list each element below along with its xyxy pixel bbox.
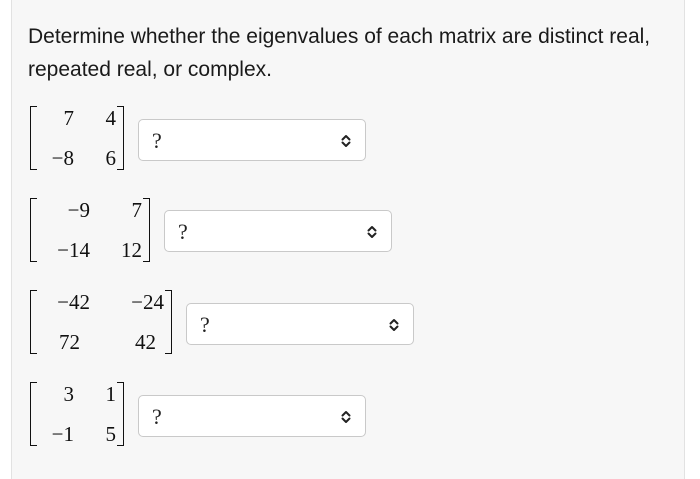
chevron-up-down-icon: [341, 411, 351, 423]
matrix-cell: 6: [105, 146, 117, 170]
question-prompt: Determine whether the eigenvalues of eac…: [28, 25, 651, 81]
matrix-cell: −8: [51, 146, 74, 170]
matrix-cell: −24: [131, 290, 164, 314]
matrix-cell: 72: [59, 330, 80, 354]
matrix-cell: −14: [57, 238, 90, 262]
dropdown-value: ?: [152, 128, 162, 153]
matrix-2: −9 7 −14 12: [30, 196, 150, 264]
matrix-cell: −42: [57, 290, 90, 314]
left-bracket: [30, 106, 37, 170]
matrix-cell: 42: [135, 330, 156, 354]
matrix-cell: −9: [67, 198, 90, 222]
matrix-cell: 5: [105, 422, 117, 446]
left-bracket: [30, 382, 37, 446]
eigenvalue-type-dropdown-2[interactable]: ?: [164, 210, 392, 252]
matrix-1: 7 4 −8 6: [30, 104, 124, 172]
eigenvalue-type-dropdown-4[interactable]: ?: [138, 395, 366, 437]
matrix-3: −42 −24 72 42: [30, 288, 172, 356]
dropdown-value: ?: [178, 219, 188, 244]
matrix-cell: 3: [63, 382, 75, 406]
matrix-cell: 12: [121, 238, 142, 262]
dropdown-value: ?: [200, 312, 210, 337]
matrix-cell: −1: [51, 422, 74, 446]
right-bracket: [117, 382, 124, 446]
eigenvalue-type-dropdown-1[interactable]: ?: [138, 119, 366, 161]
matrix-cell: 1: [105, 382, 117, 406]
right-bracket: [165, 290, 172, 354]
matrix-cell: 7: [63, 106, 75, 130]
right-bracket: [117, 106, 124, 170]
matrix-cell: 7: [131, 198, 143, 222]
chevron-up-down-icon: [389, 319, 399, 331]
dropdown-value: ?: [152, 404, 162, 429]
chevron-up-down-icon: [367, 226, 377, 238]
right-bracket: [143, 198, 150, 262]
chevron-up-down-icon: [341, 135, 351, 147]
matrix-4: 3 1 −1 5: [30, 380, 124, 448]
eigenvalue-type-dropdown-3[interactable]: ?: [186, 303, 414, 345]
matrix-cell: 4: [105, 106, 117, 130]
left-bracket: [30, 198, 37, 262]
